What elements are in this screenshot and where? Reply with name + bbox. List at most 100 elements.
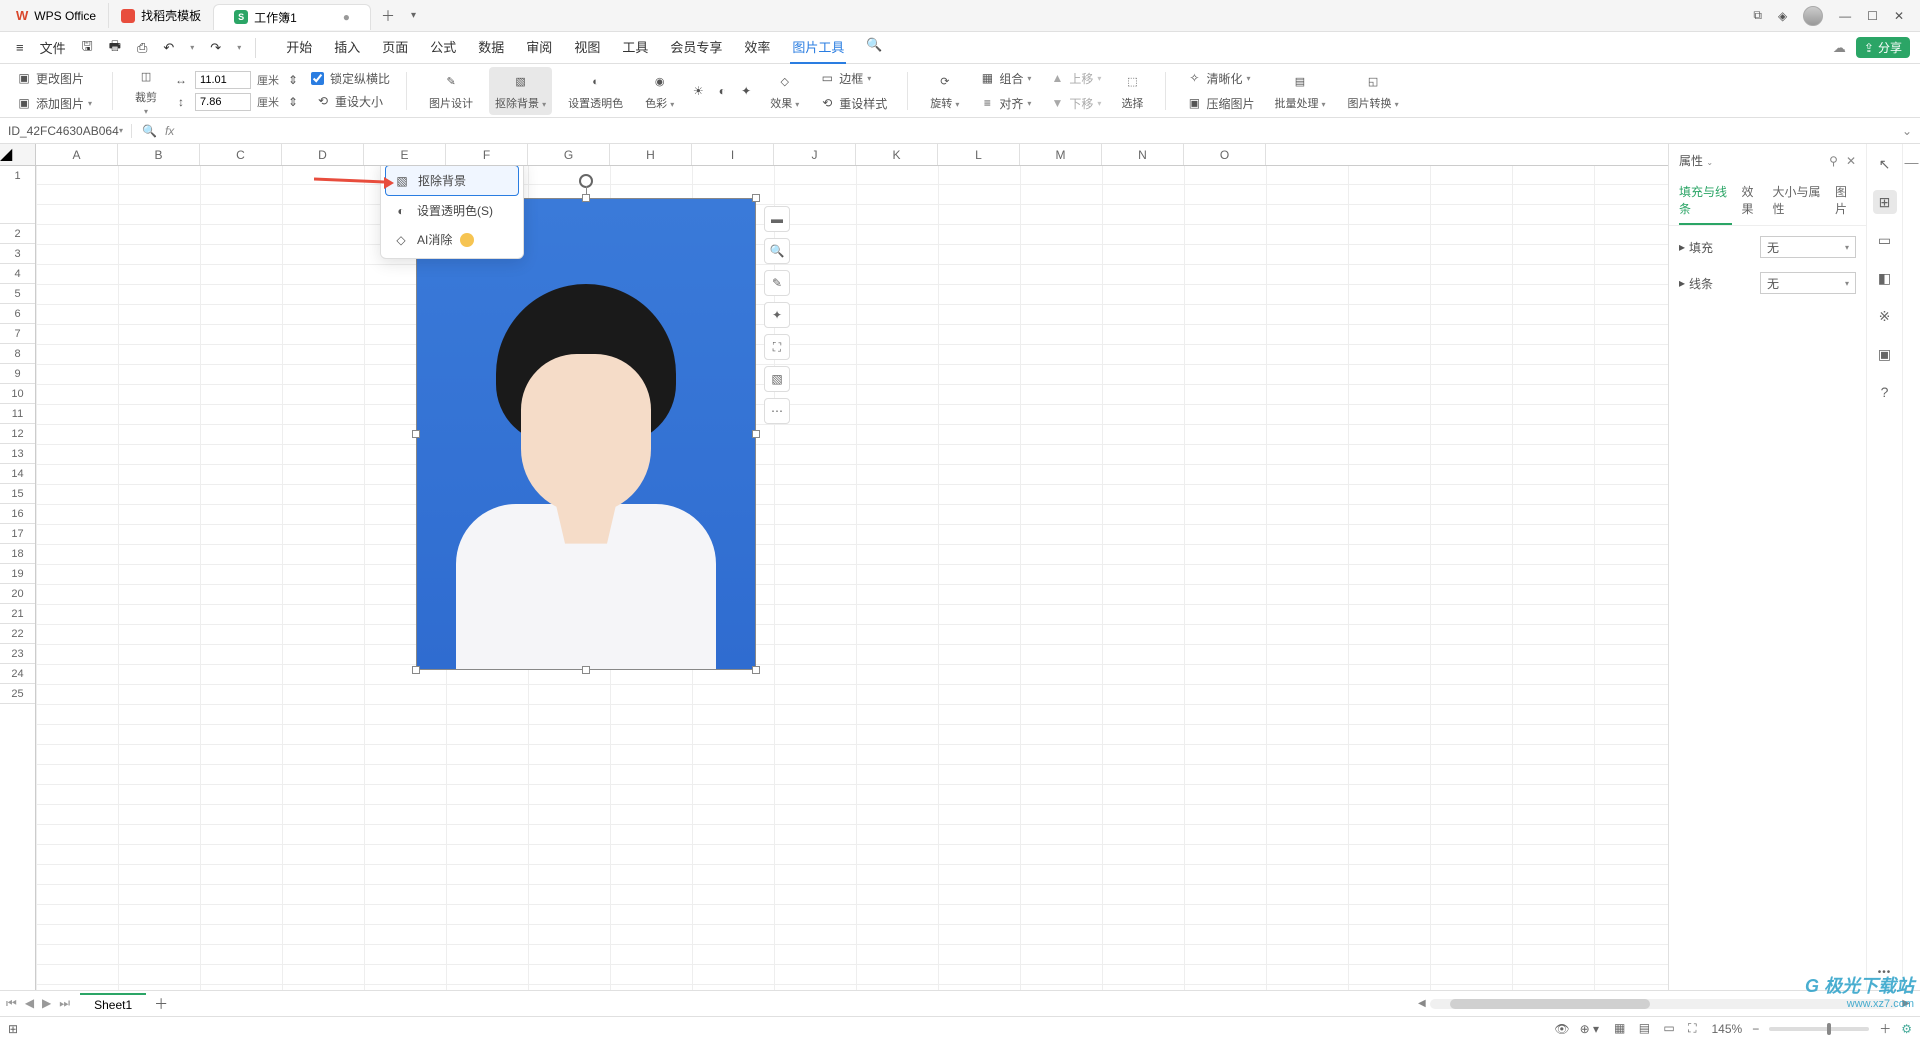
row-15[interactable]: 15	[0, 484, 35, 504]
col-A[interactable]: A	[36, 144, 118, 165]
row-20[interactable]: 20	[0, 584, 35, 604]
undo-dropdown-icon[interactable]: ▾	[184, 39, 200, 56]
row-14[interactable]: 14	[0, 464, 35, 484]
user-avatar-icon[interactable]	[1803, 6, 1823, 26]
compress-button[interactable]: ▣压缩图片	[1182, 93, 1258, 114]
col-N[interactable]: N	[1102, 144, 1184, 165]
rail-style-icon[interactable]: ▭	[1873, 228, 1897, 252]
tab-efficiency[interactable]: 效率	[742, 31, 772, 64]
row-21[interactable]: 21	[0, 604, 35, 624]
view-page-icon[interactable]: ▤	[1634, 1018, 1655, 1038]
select-all-corner[interactable]: ◢	[0, 144, 36, 165]
resize-handle-n[interactable]	[582, 194, 590, 202]
view-read-icon[interactable]: ▭	[1658, 1018, 1679, 1038]
rail-cursor-icon[interactable]: ↖	[1873, 152, 1897, 176]
menu-hamburger-icon[interactable]: ≡	[10, 36, 30, 59]
col-O[interactable]: O	[1184, 144, 1266, 165]
dropdown-item-ai-remove[interactable]: ◇ AI消除	[385, 225, 519, 254]
rail-collapse-button[interactable]: —	[1902, 144, 1920, 990]
props-tab-effect[interactable]: 效果	[1742, 177, 1763, 225]
zoom-cell-icon[interactable]: 🔍	[142, 124, 157, 138]
col-G[interactable]: G	[528, 144, 610, 165]
sheet-tab-active[interactable]: Sheet1	[80, 993, 146, 1015]
tab-member[interactable]: 会员专享	[668, 31, 724, 64]
col-C[interactable]: C	[200, 144, 282, 165]
add-tab-button[interactable]: ＋	[371, 2, 405, 30]
zoom-out-icon[interactable]: −	[1752, 1022, 1759, 1036]
float-remove-icon[interactable]: ▧	[764, 366, 790, 392]
zoom-value[interactable]: 145%	[1712, 1022, 1743, 1036]
tab-templates[interactable]: 找稻壳模板	[108, 3, 213, 28]
tab-page[interactable]: 页面	[380, 31, 410, 64]
fill-select[interactable]: 无 ▾	[1760, 236, 1856, 258]
resize-handle-e[interactable]	[752, 430, 760, 438]
remove-bg-button[interactable]: ▧抠除背景 ▾	[489, 67, 552, 115]
sheet-prev-icon[interactable]: ◀	[25, 996, 34, 1011]
rail-help-icon[interactable]: ?	[1873, 380, 1897, 404]
col-E[interactable]: E	[364, 144, 446, 165]
col-F[interactable]: F	[446, 144, 528, 165]
col-M[interactable]: M	[1020, 144, 1102, 165]
tab-view[interactable]: 视图	[572, 31, 602, 64]
resize-handle-sw[interactable]	[412, 666, 420, 674]
height-input[interactable]	[195, 93, 251, 111]
redo-icon[interactable]: ↷	[204, 36, 227, 60]
row-4[interactable]: 4	[0, 264, 35, 284]
row-8[interactable]: 8	[0, 344, 35, 364]
align-button[interactable]: ≡对齐▾	[975, 93, 1035, 114]
row-23[interactable]: 23	[0, 644, 35, 664]
batch-button[interactable]: ▤批量处理 ▾	[1268, 69, 1331, 113]
eye-icon[interactable]: 👁	[1554, 1022, 1569, 1036]
row-3[interactable]: 3	[0, 244, 35, 264]
row-1[interactable]: 1	[0, 166, 35, 224]
tab-review[interactable]: 审阅	[524, 31, 554, 64]
col-B[interactable]: B	[118, 144, 200, 165]
tab-tools[interactable]: 工具	[620, 31, 650, 64]
print-preview-icon[interactable]: ⎙	[131, 36, 153, 60]
pin-icon[interactable]: ⚲	[1829, 154, 1838, 168]
dropdown-item-set-transparent[interactable]: ◐ 设置透明色(S)	[385, 196, 519, 225]
tab-workbook-active[interactable]: S 工作簿1 ●	[213, 4, 371, 30]
row-6[interactable]: 6	[0, 304, 35, 324]
maximize-icon[interactable]: ☐	[1867, 9, 1878, 23]
scroll-thumb[interactable]	[1450, 999, 1650, 1009]
redo-dropdown-icon[interactable]: ▾	[231, 39, 247, 56]
settings-icon[interactable]: ⚙	[1901, 1022, 1912, 1036]
stepper-icon[interactable]: ⇕	[285, 72, 301, 88]
crop-button[interactable]: ◫裁剪▾	[129, 63, 163, 118]
float-magic-icon[interactable]: ✦	[764, 302, 790, 328]
row-17[interactable]: 17	[0, 524, 35, 544]
props-tab-size[interactable]: 大小与属性	[1773, 177, 1826, 225]
resize-handle-s[interactable]	[582, 666, 590, 674]
col-H[interactable]: H	[610, 144, 692, 165]
sheet-next-icon[interactable]: ▶	[42, 996, 51, 1011]
rail-filter-icon[interactable]: ※	[1873, 304, 1897, 328]
window-duplicate-icon[interactable]: ⧉	[1753, 8, 1762, 23]
change-image-button[interactable]: ▣更改图片	[12, 68, 96, 89]
tab-image-tools[interactable]: 图片工具	[790, 31, 846, 64]
props-tab-fill-line[interactable]: 填充与线条	[1679, 177, 1732, 225]
sheet-first-icon[interactable]: ⏮	[6, 996, 17, 1011]
row-19[interactable]: 19	[0, 564, 35, 584]
effects-button[interactable]: ◇效果 ▾	[764, 69, 805, 113]
tabs-dropdown-icon[interactable]: ▾	[405, 6, 422, 25]
print-icon[interactable]: 🖶	[103, 33, 127, 63]
share-button[interactable]: ⇪ 分享	[1856, 37, 1910, 58]
select-button[interactable]: ⬚选择	[1115, 69, 1149, 113]
col-J[interactable]: J	[774, 144, 856, 165]
tab-wps-office[interactable]: W WPS Office	[4, 4, 108, 27]
sheet-last-icon[interactable]: ⏭	[59, 996, 70, 1011]
rotate-button[interactable]: ⟳旋转 ▾	[924, 69, 965, 113]
group-button[interactable]: ▦组合▾	[975, 68, 1035, 89]
col-L[interactable]: L	[938, 144, 1020, 165]
row-11[interactable]: 11	[0, 404, 35, 424]
cloud-icon[interactable]: ☁	[1833, 40, 1846, 56]
zoom-in-icon[interactable]: ＋	[1879, 1020, 1891, 1037]
cell-grid[interactable]: ▧ 抠除背景 ◐ 设置透明色(S) ◇ AI消除	[36, 166, 1668, 990]
focus-icon[interactable]: ⊕ ▾	[1580, 1022, 1599, 1036]
set-transparent-button[interactable]: ◐设置透明色	[562, 69, 629, 113]
row-13[interactable]: 13	[0, 444, 35, 464]
zoom-slider[interactable]	[1769, 1027, 1869, 1031]
row-10[interactable]: 10	[0, 384, 35, 404]
contrast-icon[interactable]: ◐	[714, 83, 730, 99]
